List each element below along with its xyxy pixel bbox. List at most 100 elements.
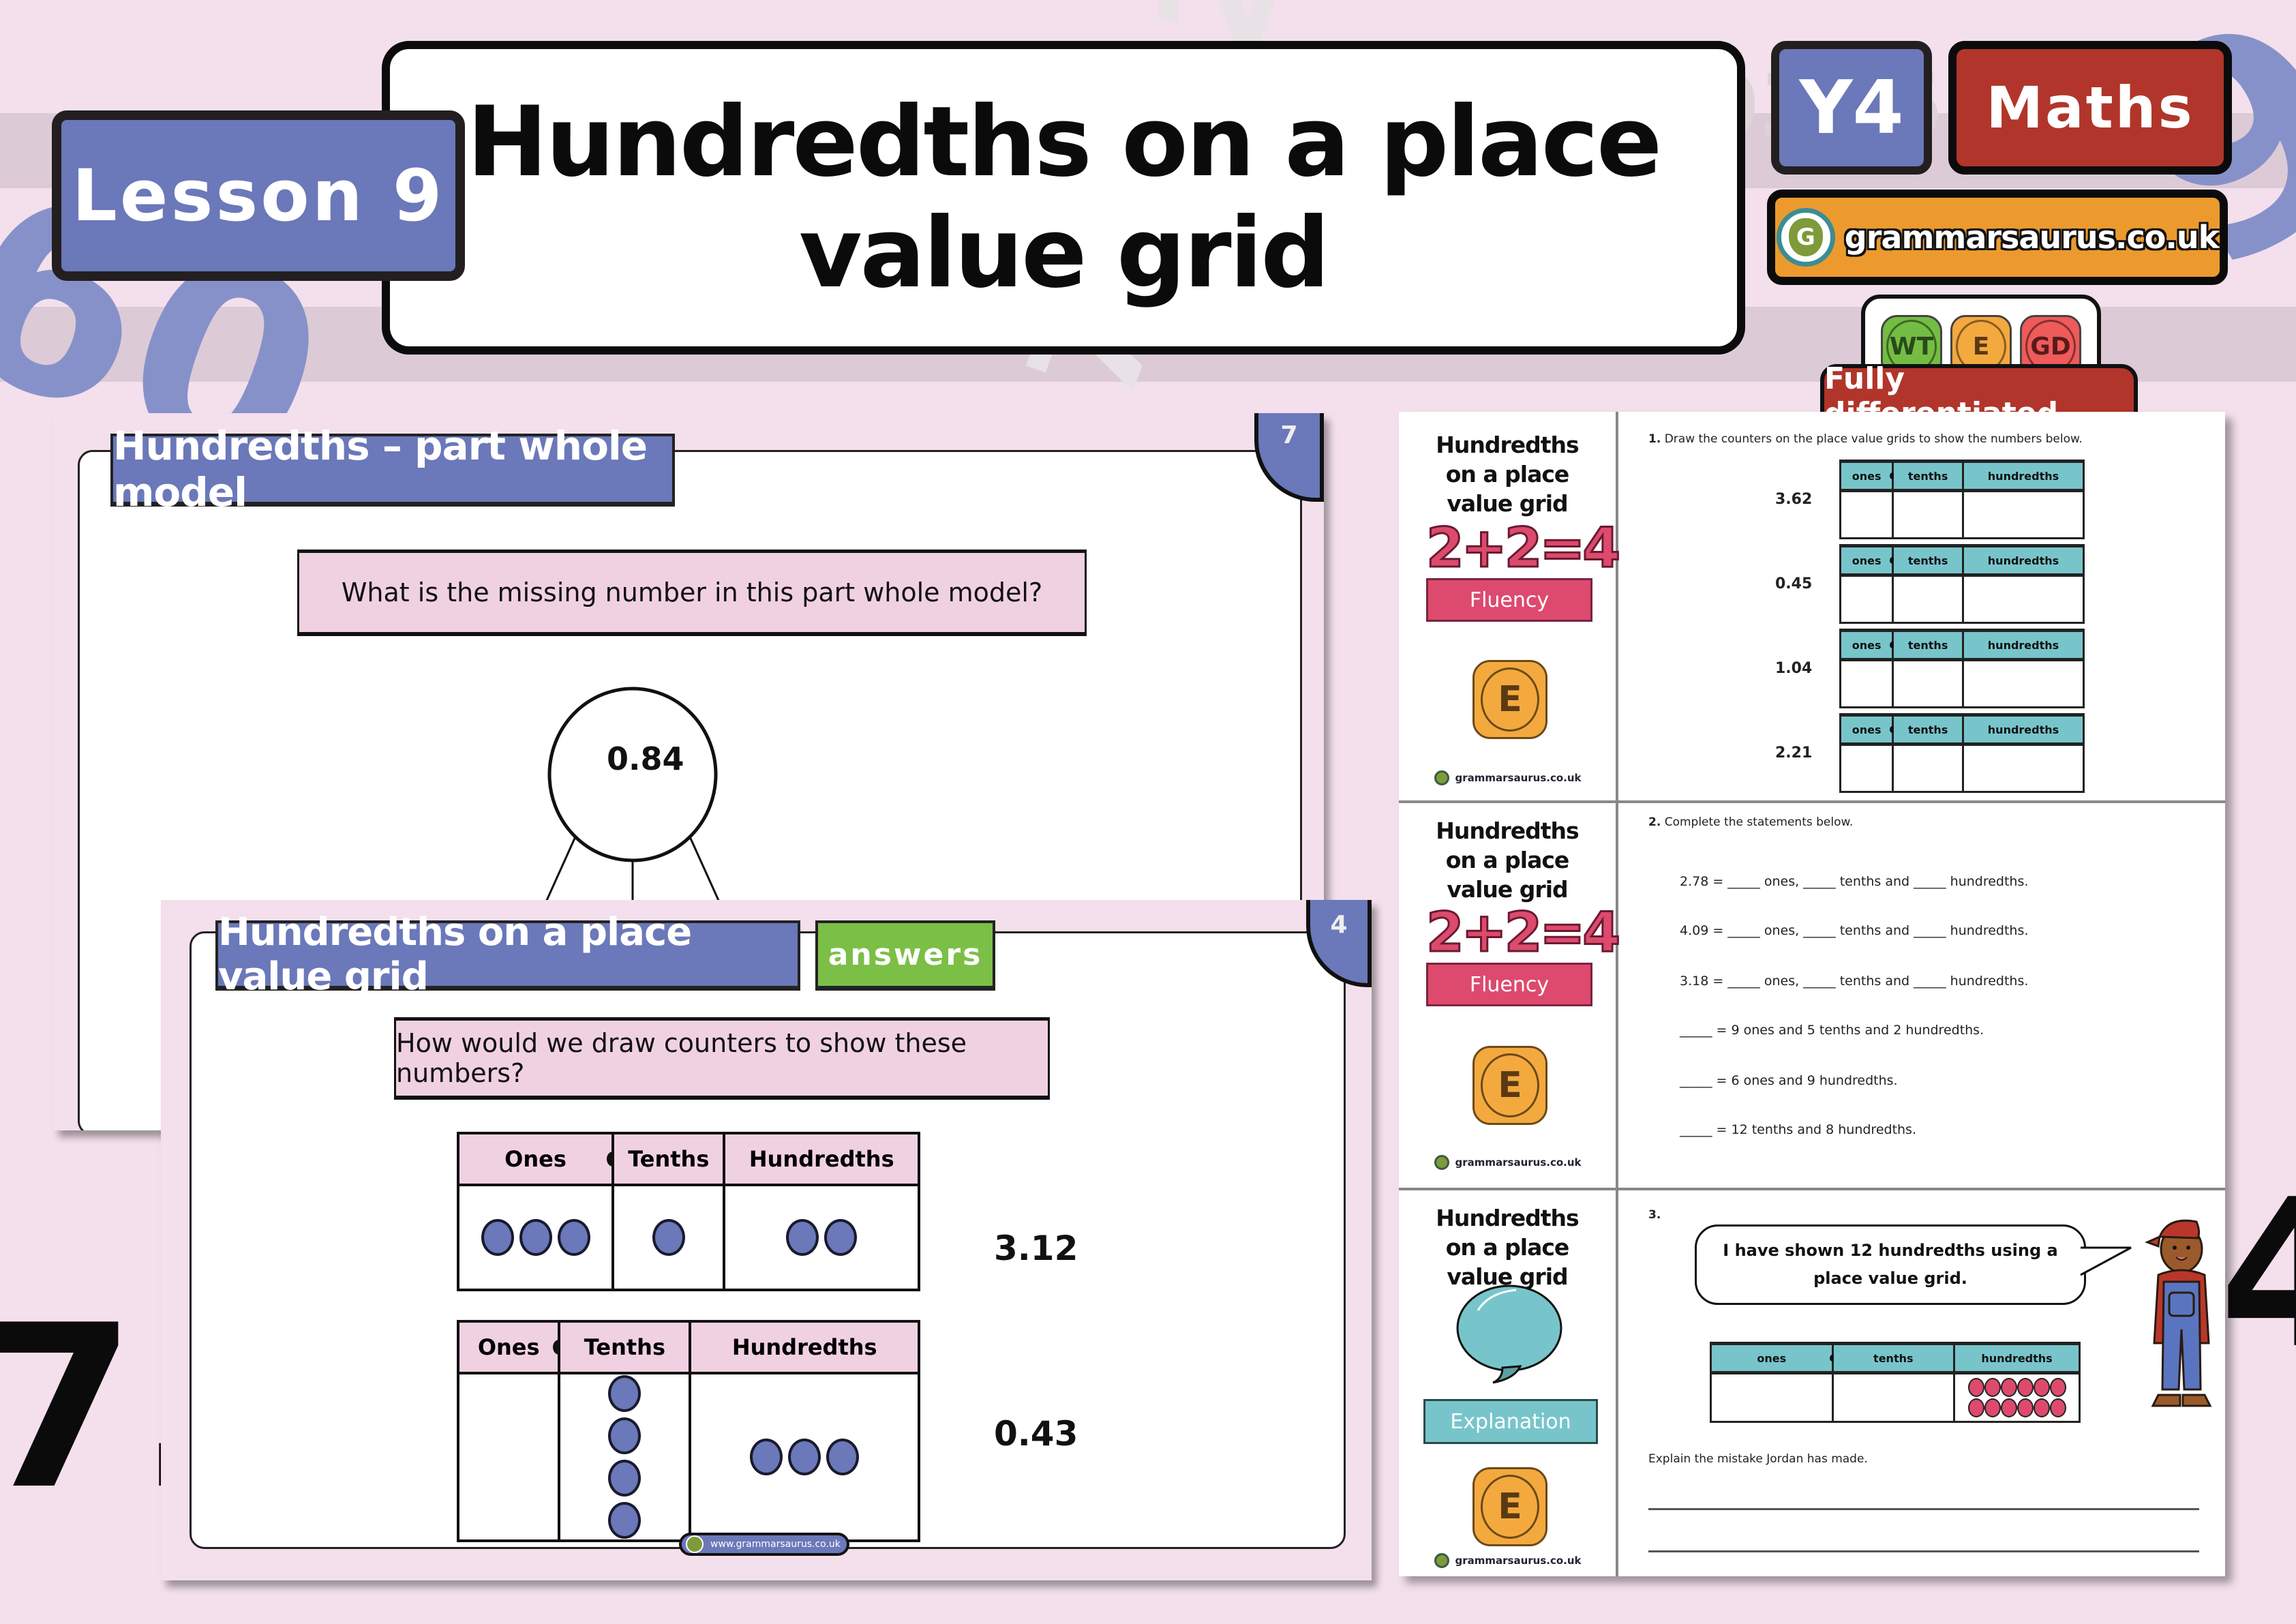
counter xyxy=(2000,1398,2017,1417)
grammarsaurus-logo-icon xyxy=(686,1535,704,1553)
ones-cell xyxy=(456,1184,615,1291)
counter xyxy=(652,1219,685,1256)
fluency-label: Fluency xyxy=(1426,963,1592,1006)
tenths-cell xyxy=(1892,490,1964,539)
column-header-tenths: tenths xyxy=(1892,629,1964,661)
section-title: Hundredths on a place value grid xyxy=(1436,1205,1579,1290)
jordan-character-icon xyxy=(2145,1219,2212,1407)
counter xyxy=(750,1439,783,1475)
brand-name: grammarsaurus.co.uk xyxy=(1844,219,2219,256)
tenths-cell xyxy=(1892,743,1964,793)
year-badge: Y4 xyxy=(1771,41,1932,175)
question-instruction: 2. Complete the statements below. xyxy=(1648,815,1854,829)
counter xyxy=(786,1219,819,1256)
footer-url[interactable]: www.grammarsaurus.co.uk xyxy=(710,1539,841,1550)
counter xyxy=(481,1219,514,1256)
explain-prompt: Explain the mistake Jordan has made. xyxy=(1648,1452,1868,1466)
place-value-grid[interactable]: ones tenths hundredths xyxy=(1839,713,2085,793)
ones-cell xyxy=(1839,743,1894,793)
hundredths-cell xyxy=(723,1184,920,1291)
fluency-equation-icon: 2+2=4 xyxy=(1425,901,1622,964)
slide-question: How would we draw counters to show these… xyxy=(394,1017,1050,1100)
grammarsaurus-logo-icon: G xyxy=(1776,208,1835,267)
ones-cell xyxy=(1839,659,1894,708)
column-header-ones: ones xyxy=(1710,1342,1835,1374)
expected-level-medal-icon: E xyxy=(1472,1046,1547,1125)
fluency-label: Fluency xyxy=(1426,578,1592,622)
worksheet-section-1: Hundredths on a place value grid 2+2=4 F… xyxy=(1399,412,2225,803)
lesson-title-line1: Hundredths on a place xyxy=(466,85,1663,198)
grid-value: 0.43 xyxy=(994,1414,1078,1454)
place-value-grid[interactable]: ones tenths hundredths xyxy=(1839,544,2085,624)
background-number: 4 xyxy=(2219,1156,2296,1394)
column-header-hundredths: hundredths xyxy=(1961,629,2085,661)
ones-cell xyxy=(1710,1372,1834,1423)
slide-heading: Hundredths on a place value grid xyxy=(215,910,800,999)
statement[interactable]: _____ = 12 tenths and 8 hundredths. xyxy=(1680,1122,1916,1137)
column-header-hundredths: Hundredths xyxy=(689,1320,920,1374)
footer-url-pill[interactable]: www.grammarsaurus.co.uk xyxy=(679,1533,849,1556)
hundredths-cell xyxy=(689,1372,920,1542)
answer-line[interactable] xyxy=(1648,1550,2199,1552)
grammarsaurus-logo-icon xyxy=(1434,770,1450,785)
slide-place-value-answers[interactable]: 4 Hundredths on a place value grid answe… xyxy=(161,900,1372,1580)
answers-tag[interactable]: answers xyxy=(815,920,995,991)
target-number: 0.45 xyxy=(1775,575,1813,592)
counter xyxy=(608,1502,641,1539)
hundredths-cell xyxy=(1961,659,2085,708)
subject-label: Maths xyxy=(1986,74,2194,141)
counter xyxy=(2033,1378,2050,1397)
column-header-hundredths: Hundredths xyxy=(723,1132,920,1186)
counter xyxy=(557,1219,590,1256)
column-header-ones: ones xyxy=(1839,460,1896,492)
worksheet-brand: grammarsaurus.co.uk xyxy=(1419,770,1597,785)
fluency-equation-icon: 2+2=4 xyxy=(1425,516,1622,580)
place-value-grid: Ones Tenths Hundredths xyxy=(456,1320,920,1542)
grammarsaurus-logo-icon xyxy=(1434,1553,1450,1568)
speech-bubble-tail xyxy=(2080,1246,2132,1276)
hundredths-cell xyxy=(1961,743,2085,793)
statement[interactable]: _____ = 9 ones and 5 tenths and 2 hundre… xyxy=(1680,1023,1984,1038)
column-header-tenths: tenths xyxy=(1831,1342,1956,1374)
brand-banner[interactable]: G grammarsaurus.co.uk xyxy=(1767,190,2228,285)
counter xyxy=(824,1219,858,1256)
slide-question: What is the missing number in this part … xyxy=(297,550,1087,636)
expected-level-medal-icon: E xyxy=(1472,660,1547,739)
column-header-tenths: Tenths xyxy=(558,1320,692,1374)
statement[interactable]: 3.18 = _____ ones, _____ tenths and ____… xyxy=(1680,974,2028,989)
column-header-hundredths: hundredths xyxy=(1953,1342,2081,1374)
slide-heading: Hundredths – part whole model xyxy=(110,423,675,515)
lesson-title-card: Hundredths on a place value grid xyxy=(382,41,1745,355)
place-value-grid[interactable]: ones tenths hundredths xyxy=(1839,629,2085,708)
ones-cell xyxy=(1839,490,1894,539)
lesson-number-badge: Lesson 9 xyxy=(52,110,465,281)
column-header-ones: ones xyxy=(1839,544,1896,577)
worksheet-brand: grammarsaurus.co.uk xyxy=(1419,1553,1597,1568)
counter xyxy=(1967,1398,1984,1417)
column-header-ones: Ones xyxy=(456,1320,566,1374)
fluency-badge: 2+2=4 Fluency xyxy=(1425,901,1622,1006)
place-value-grid: Ones Tenths Hundredths xyxy=(456,1132,920,1291)
section-title: Hundredths on a place value grid xyxy=(1436,817,1579,903)
statement[interactable]: 4.09 = _____ ones, _____ tenths and ____… xyxy=(1680,923,2028,938)
answer-line[interactable] xyxy=(1648,1508,2199,1510)
target-number: 3.62 xyxy=(1775,491,1813,508)
counter xyxy=(2016,1378,2034,1397)
jordan-place-value-grid: ones tenths hundredths xyxy=(1710,1342,2081,1423)
statement[interactable]: _____ = 6 ones and 9 hundredths. xyxy=(1680,1073,1898,1088)
worksheet-brand: grammarsaurus.co.uk xyxy=(1419,1155,1597,1170)
counter xyxy=(519,1219,552,1256)
grid-value: 3.12 xyxy=(994,1229,1078,1268)
column-header-hundredths: hundredths xyxy=(1961,713,2085,746)
speech-bubble-icon xyxy=(1456,1284,1562,1384)
section-sidebar: Hundredths on a place value grid 2+2=4 F… xyxy=(1399,412,1622,800)
question-instruction: 1. Draw the counters on the place value … xyxy=(1648,432,2083,446)
place-value-grid[interactable]: ones tenths hundredths xyxy=(1839,460,2085,539)
tenths-cell xyxy=(611,1184,726,1291)
column-header-tenths: Tenths xyxy=(611,1132,726,1186)
tenths-cell xyxy=(1831,1372,1956,1423)
statement[interactable]: 2.78 = _____ ones, _____ tenths and ____… xyxy=(1680,874,2028,889)
column-header-tenths: tenths xyxy=(1892,544,1964,577)
hundredths-cell xyxy=(1961,490,2085,539)
counter xyxy=(2033,1398,2050,1417)
